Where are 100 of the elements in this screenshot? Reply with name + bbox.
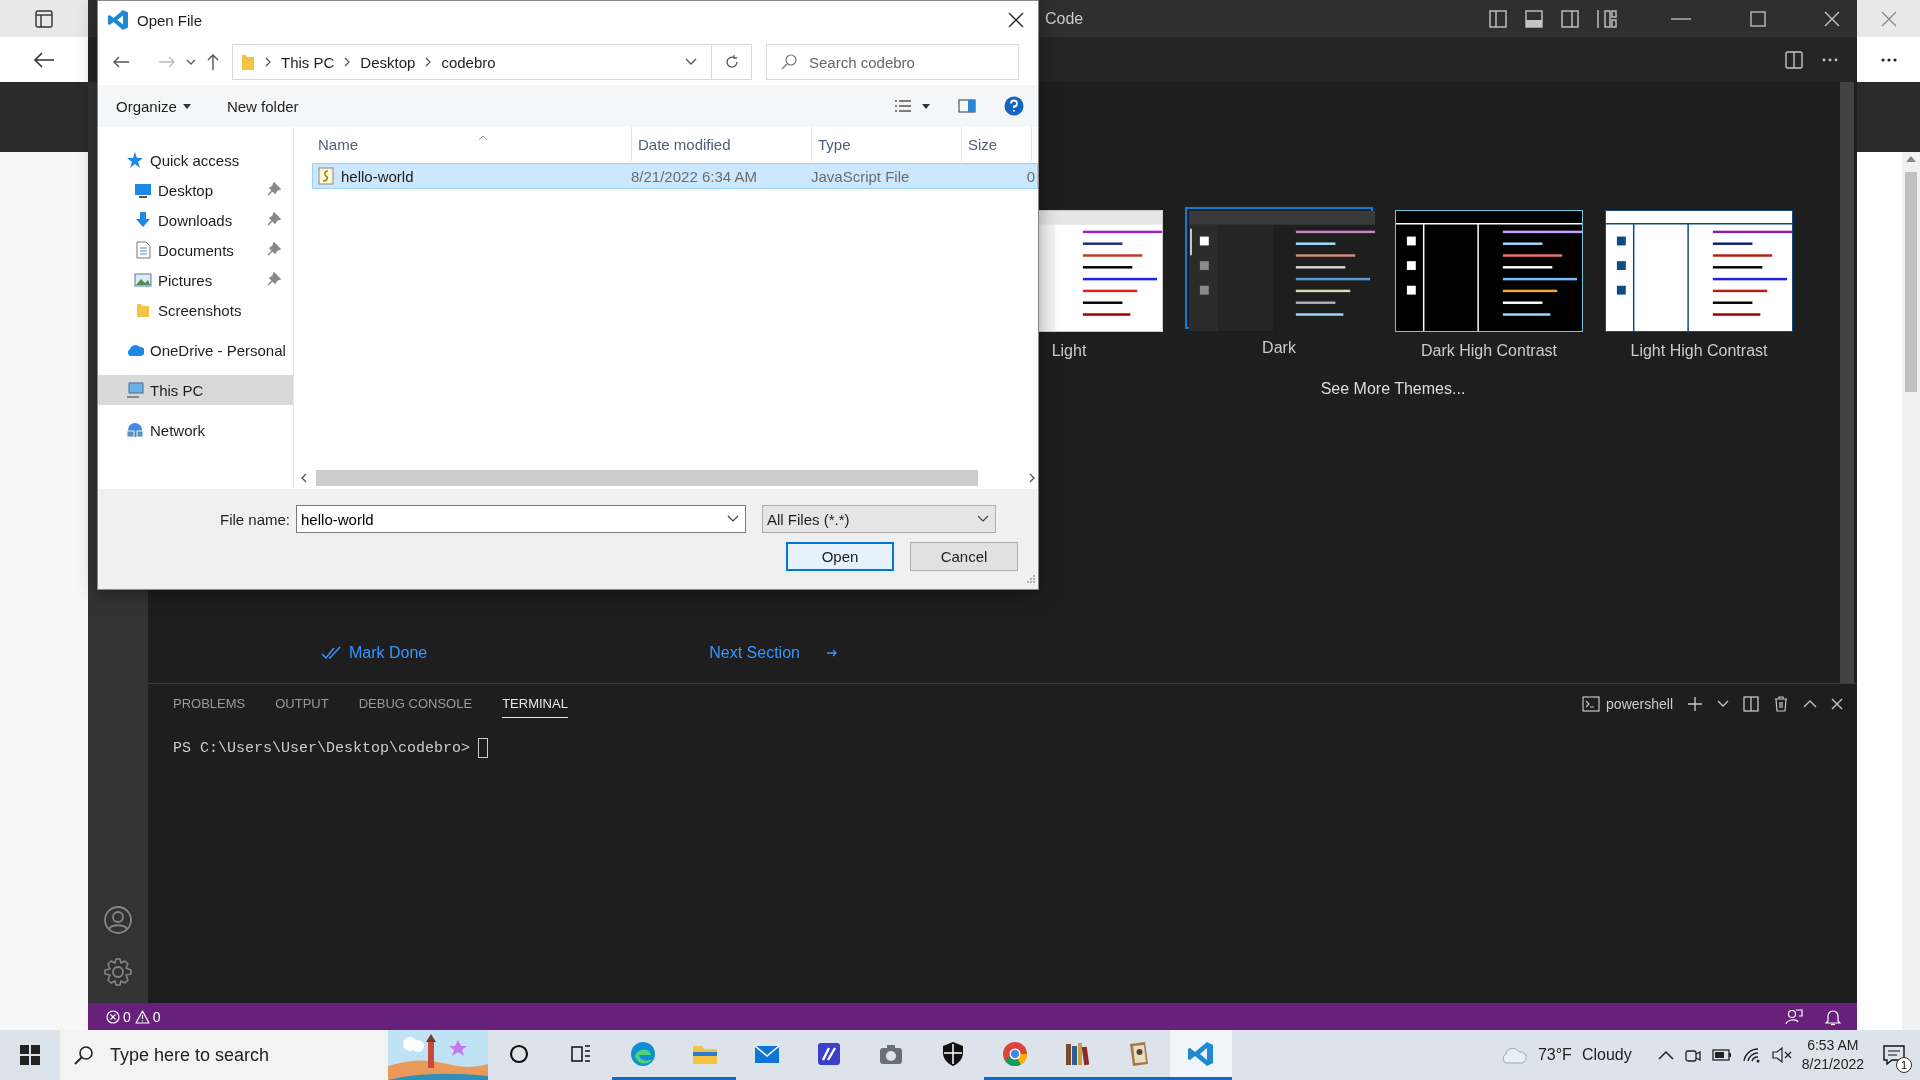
nav-item[interactable]: OneDrive - Personal: [98, 335, 293, 365]
caret-icon[interactable]: [922, 103, 930, 109]
nav-item[interactable]: Network: [98, 415, 293, 445]
maximize-icon[interactable]: [1749, 9, 1767, 28]
edge-icon: [629, 1039, 657, 1068]
customize-layout-icon[interactable]: [1597, 9, 1617, 28]
temperature: 73°F: [1537, 1046, 1572, 1064]
nav-item[interactable]: Screenshots: [98, 295, 293, 325]
terminal-profile[interactable]: powershell: [1606, 696, 1673, 712]
column-header[interactable]: Type: [812, 127, 962, 161]
chevron-right-icon: [344, 57, 351, 67]
editor-scrollbar[interactable]: [1840, 82, 1854, 683]
sort-icon: [478, 135, 488, 141]
add-icon[interactable]: [1687, 696, 1703, 712]
address-bar[interactable]: This PC Desktop codebro: [232, 44, 712, 80]
double-check-icon: [321, 646, 341, 660]
up-icon[interactable]: [206, 53, 220, 71]
pin-icon: [267, 271, 281, 286]
file-date: 8/21/2022 6:34 AM: [631, 167, 758, 185]
dialog-title: Open File: [137, 11, 203, 29]
close-icon[interactable]: [1008, 12, 1024, 28]
theme-label: Light High Contrast: [1630, 342, 1768, 360]
warning-count[interactable]: 0: [152, 1008, 161, 1025]
search-box[interactable]: Search codebro: [766, 44, 1019, 80]
battery-icon[interactable]: [1711, 1049, 1732, 1061]
column-header[interactable]: Size: [962, 127, 1032, 161]
bell-icon[interactable]: [1825, 1007, 1841, 1026]
organize-button[interactable]: Organize: [116, 97, 191, 115]
theme-card[interactable]: [1395, 210, 1583, 332]
nav-item[interactable]: Downloads: [98, 205, 293, 235]
account-icon[interactable]: [103, 905, 133, 935]
panel-tab[interactable]: PROBLEMS: [173, 690, 246, 718]
file-size: 0: [1026, 167, 1035, 185]
theme-card[interactable]: [1605, 210, 1793, 332]
pictures-icon: [134, 271, 152, 289]
file-name-combo-box[interactable]: hello-world: [296, 505, 747, 533]
nav-item[interactable]: Quick access: [98, 145, 293, 175]
terminal-prompt: PS C:\Users\User\Desktop\codebro>: [173, 739, 471, 757]
tab-actions-icon[interactable]: [35, 9, 53, 28]
see-more-themes-link[interactable]: See More Themes...: [1320, 380, 1466, 398]
file-name-field[interactable]: hello-world: [297, 509, 728, 529]
scrollbar-thumb[interactable]: [316, 470, 978, 486]
panel-tab[interactable]: OUTPUT: [275, 690, 329, 718]
nav-item[interactable]: Documents: [98, 235, 293, 265]
open-button[interactable]: Open: [786, 542, 894, 571]
scroll-up-icon[interactable]: [1906, 156, 1916, 162]
chevron-down-icon[interactable]: [685, 58, 697, 66]
theme-label: Dark: [1262, 339, 1296, 357]
nav-item[interactable]: Desktop: [98, 175, 293, 205]
file-row[interactable]: hello-world 8/21/2022 6:34 AM JavaScript File 0: [312, 163, 1038, 189]
desktop-icon: [134, 181, 152, 199]
help-icon[interactable]: [1004, 96, 1024, 116]
column-header[interactable]: Date modified: [632, 127, 812, 161]
task-view-icon: [571, 1043, 591, 1064]
cancel-button[interactable]: Cancel: [910, 542, 1018, 571]
clock-date[interactable]: 8/21/2022: [1801, 1055, 1864, 1074]
wifi-icon[interactable]: [1741, 1047, 1762, 1063]
window-title: Code: [1045, 9, 1084, 28]
document-icon: [134, 241, 152, 259]
view-options-icon[interactable]: [894, 99, 912, 113]
sidebar-layout-icon[interactable]: [1489, 9, 1507, 28]
refresh-button[interactable]: [712, 44, 752, 80]
column-header[interactable]: Name: [298, 127, 632, 161]
windows-start-icon[interactable]: [20, 1045, 40, 1065]
panel-tab[interactable]: DEBUG CONSOLE: [358, 690, 473, 718]
panel-tab[interactable]: TERMINAL: [502, 690, 568, 718]
taskbar-search-field[interactable]: Type here to search: [108, 1043, 362, 1067]
chevron-right-icon: [425, 57, 432, 67]
settings-icon[interactable]: [103, 957, 133, 987]
clock-time[interactable]: 6:53 AM: [1807, 1036, 1859, 1055]
panel-layout-icon[interactable]: [1525, 9, 1543, 28]
computer-icon: [126, 381, 144, 399]
terminal-icon: [1582, 696, 1601, 712]
split-editor-icon[interactable]: [1785, 50, 1803, 69]
chevron-right-icon: [265, 57, 271, 67]
new-folder-button[interactable]: New folder: [226, 97, 299, 115]
notification-count: 1: [1896, 1057, 1912, 1073]
error-icon: [106, 1009, 120, 1024]
back-icon[interactable]: [33, 50, 55, 69]
refresh-icon: [723, 54, 740, 70]
nav-item[interactable]: Pictures: [98, 265, 293, 295]
chevron-down-icon[interactable]: [1717, 700, 1729, 708]
more-icon[interactable]: [1879, 56, 1898, 63]
chevron-up-icon[interactable]: [1657, 1050, 1674, 1060]
feedback-icon[interactable]: [1785, 1007, 1803, 1026]
chevron-down-icon[interactable]: [186, 58, 196, 66]
split-terminal-icon[interactable]: [1743, 696, 1759, 712]
preview-pane-icon[interactable]: [958, 99, 976, 113]
nav-item[interactable]: This PC: [98, 375, 293, 405]
next-section-button[interactable]: Next Section: [709, 644, 838, 662]
scrollbar-thumb[interactable]: [1905, 172, 1917, 392]
error-count[interactable]: 0: [123, 1008, 131, 1025]
back-icon[interactable]: [112, 55, 130, 69]
file-type-dropdown[interactable]: All Files (*.*): [762, 505, 997, 533]
mark-done-button[interactable]: Mark Done: [321, 644, 428, 662]
trash-icon[interactable]: [1773, 696, 1789, 712]
secondary-sidebar-icon[interactable]: [1561, 9, 1579, 28]
taskbar-search-box[interactable]: Type here to search: [60, 1030, 488, 1080]
speaker-muted-icon[interactable]: [1771, 1047, 1792, 1063]
theme-card[interactable]: [1185, 207, 1373, 329]
